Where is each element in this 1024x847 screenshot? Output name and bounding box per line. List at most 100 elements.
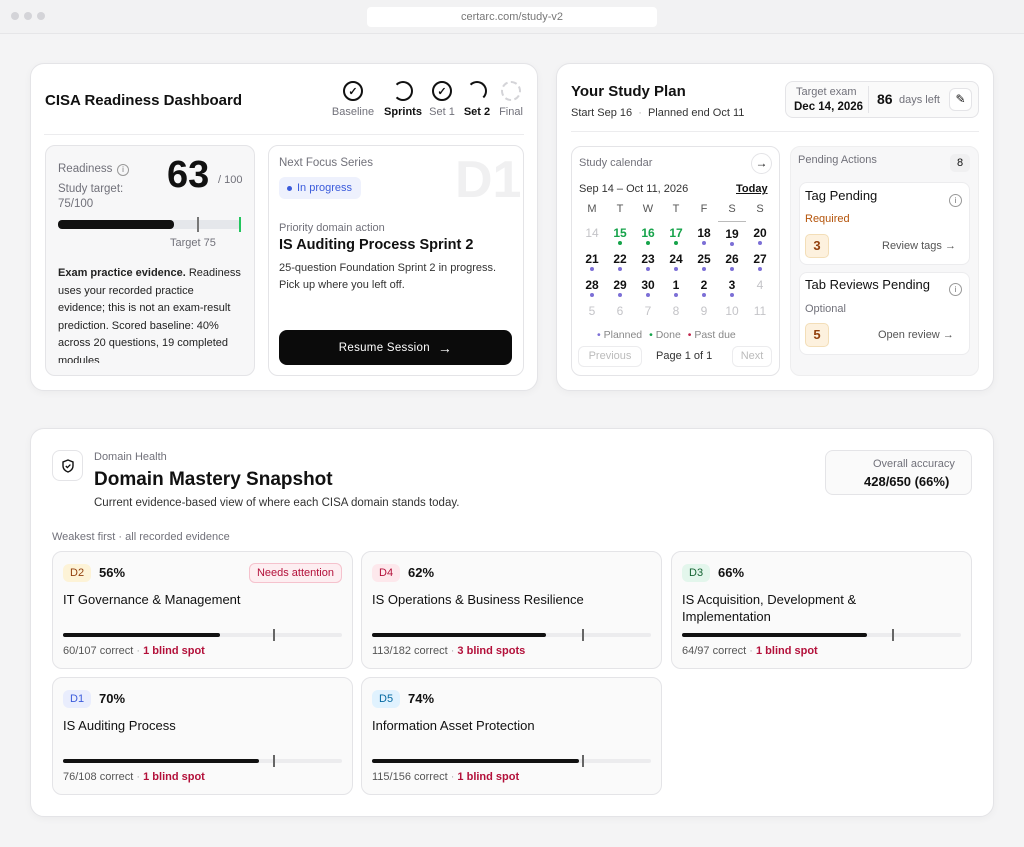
step-final[interactable]: Final xyxy=(491,81,531,118)
calendar-day-number: 2 xyxy=(700,278,708,292)
weekday-label: W xyxy=(642,203,654,215)
calendar-next-arrow-icon[interactable]: → xyxy=(751,153,772,174)
resume-label: Resume Session xyxy=(338,341,430,354)
domain-stats: 64/97 correct · 1 blind spot xyxy=(682,645,818,657)
review-tags-link[interactable]: Review tags → xyxy=(882,240,956,252)
domain-card-d5[interactable]: D5 74% Information Asset Protection 115/15… xyxy=(361,677,662,795)
needs-attention-badge: Needs attention xyxy=(248,563,342,583)
calendar-day[interactable]: 2 xyxy=(690,273,718,299)
pending-actions-label: Pending Actions xyxy=(798,154,877,166)
resume-session-button[interactable]: Resume Session → xyxy=(279,330,512,365)
weekday-label: S xyxy=(728,203,736,215)
calendar-day-number: 25 xyxy=(697,252,711,266)
priority-label: Priority domain action xyxy=(279,222,385,234)
domain-code-badge: D2 xyxy=(63,564,92,582)
domain-correct: 60/107 correct xyxy=(63,645,134,657)
calendar-day[interactable]: 28 xyxy=(578,273,606,299)
calendar-day[interactable]: 3 xyxy=(718,273,746,299)
calendar-day[interactable]: 29 xyxy=(606,273,634,299)
planned-marker-icon xyxy=(618,293,622,297)
calendar-day[interactable]: 8 xyxy=(662,299,690,325)
domain-progress-bar xyxy=(372,629,651,641)
calendar-day[interactable]: 11 xyxy=(746,299,774,325)
window-close-dot[interactable] xyxy=(11,12,19,20)
calendar-day[interactable]: 24 xyxy=(662,247,690,273)
domain-health-subtitle: Current evidence-based view of where eac… xyxy=(94,497,460,509)
window-minimize-dot[interactable] xyxy=(24,12,32,20)
plan-dates: Start Sep 16 · Planned end Oct 11 xyxy=(571,107,745,119)
calendar-day[interactable]: 23 xyxy=(634,247,662,273)
domain-correct: 64/97 correct xyxy=(682,645,747,657)
planned-marker-icon xyxy=(674,293,678,297)
edit-pencil-icon[interactable]: ✎ xyxy=(949,88,972,111)
calendar-day[interactable]: 22 xyxy=(606,247,634,273)
planned-marker-icon xyxy=(730,242,734,246)
calendar-day[interactable]: 5 xyxy=(578,299,606,325)
legend-past-due: Past due xyxy=(694,329,736,341)
calendar-day[interactable]: 10 xyxy=(718,299,746,325)
weekday-label: F xyxy=(700,203,708,215)
domain-progress-fill xyxy=(682,633,867,637)
target-marker xyxy=(273,755,275,767)
done-marker-icon xyxy=(618,241,622,245)
domain-correct: 76/108 correct xyxy=(63,771,134,783)
today-button[interactable]: Today xyxy=(736,183,768,195)
readiness-out-of: / 100 xyxy=(218,174,243,186)
done-marker-icon xyxy=(674,241,678,245)
previous-page-button[interactable]: Previous xyxy=(578,346,642,367)
info-icon[interactable]: i xyxy=(117,164,129,176)
calendar-day[interactable]: 26 xyxy=(718,247,746,273)
domain-card-d4[interactable]: D4 62% IS Operations & Business Resilience… xyxy=(361,551,662,669)
info-icon[interactable]: i xyxy=(949,283,962,296)
calendar-day[interactable]: 14 xyxy=(578,221,606,247)
domain-name: IS Acquisition, Development & Implementa… xyxy=(682,592,857,624)
required-tag: Required xyxy=(805,213,850,225)
calendar-day[interactable]: 21 xyxy=(578,247,606,273)
calendar-day[interactable]: 1 xyxy=(662,273,690,299)
pending-ring-icon xyxy=(501,81,521,101)
calendar-day[interactable]: 27 xyxy=(746,247,774,273)
open-review-label: Open review xyxy=(878,329,940,341)
info-icon[interactable]: i xyxy=(949,194,962,207)
url-bar[interactable]: certarc.com/study-v2 xyxy=(367,7,657,27)
evidence-text: Readiness uses your recorded practice ev… xyxy=(58,267,241,363)
domain-card-d2[interactable]: D2 56% Needs attention IT Governance & Mana… xyxy=(52,551,353,669)
domain-stats: 60/107 correct · 1 blind spot xyxy=(63,645,205,657)
calendar-day[interactable]: 16 xyxy=(634,221,662,247)
domain-progress-fill xyxy=(372,759,579,763)
domain-percent: 62% xyxy=(408,565,435,580)
calendar-day[interactable]: 18 xyxy=(690,221,718,247)
calendar-day[interactable]: 4 xyxy=(746,273,774,299)
calendar-day[interactable]: 7 xyxy=(634,299,662,325)
calendar-day[interactable]: 20 xyxy=(746,221,774,247)
planned-dot-icon: • xyxy=(597,329,601,341)
legend-planned: Planned xyxy=(603,329,643,341)
domain-code-badge: D3 xyxy=(682,564,711,582)
domain-progress-bar xyxy=(372,755,651,767)
blind-spot-count: 1 blind spot xyxy=(457,771,520,783)
calendar-day[interactable]: 17 xyxy=(662,221,690,247)
calendar-day[interactable]: 25 xyxy=(690,247,718,273)
calendar-day[interactable]: 30 xyxy=(634,273,662,299)
domain-name: IT Governance & Management xyxy=(63,592,241,607)
open-review-link[interactable]: Open review → xyxy=(878,329,954,341)
next-page-button[interactable]: Next xyxy=(732,346,772,367)
calendar-day[interactable]: 9 xyxy=(690,299,718,325)
window-maximize-dot[interactable] xyxy=(37,12,45,20)
domain-progress-fill xyxy=(372,633,546,637)
planned-marker-icon xyxy=(758,267,762,271)
step-baseline[interactable]: ✓ Baseline xyxy=(332,81,374,118)
domain-card-d1[interactable]: D1 70% IS Auditing Process 76/108 correct … xyxy=(52,677,353,795)
calendar-day-number: 19 xyxy=(725,227,739,241)
domain-card-d3[interactable]: D3 66% IS Acquisition, Development & Imple… xyxy=(671,551,972,669)
planned-marker-icon xyxy=(730,267,734,271)
divider xyxy=(571,131,979,132)
calendar-day-number: 15 xyxy=(613,226,627,240)
calendar-day[interactable]: 15 xyxy=(606,221,634,247)
calendar-day-number: 11 xyxy=(753,304,767,318)
planned-marker-icon xyxy=(702,241,706,245)
optional-tag: Optional xyxy=(805,303,846,315)
calendar-day[interactable]: 6 xyxy=(606,299,634,325)
plan-end: Planned end Oct 11 xyxy=(647,107,745,119)
calendar-day[interactable]: 19 xyxy=(718,221,746,247)
